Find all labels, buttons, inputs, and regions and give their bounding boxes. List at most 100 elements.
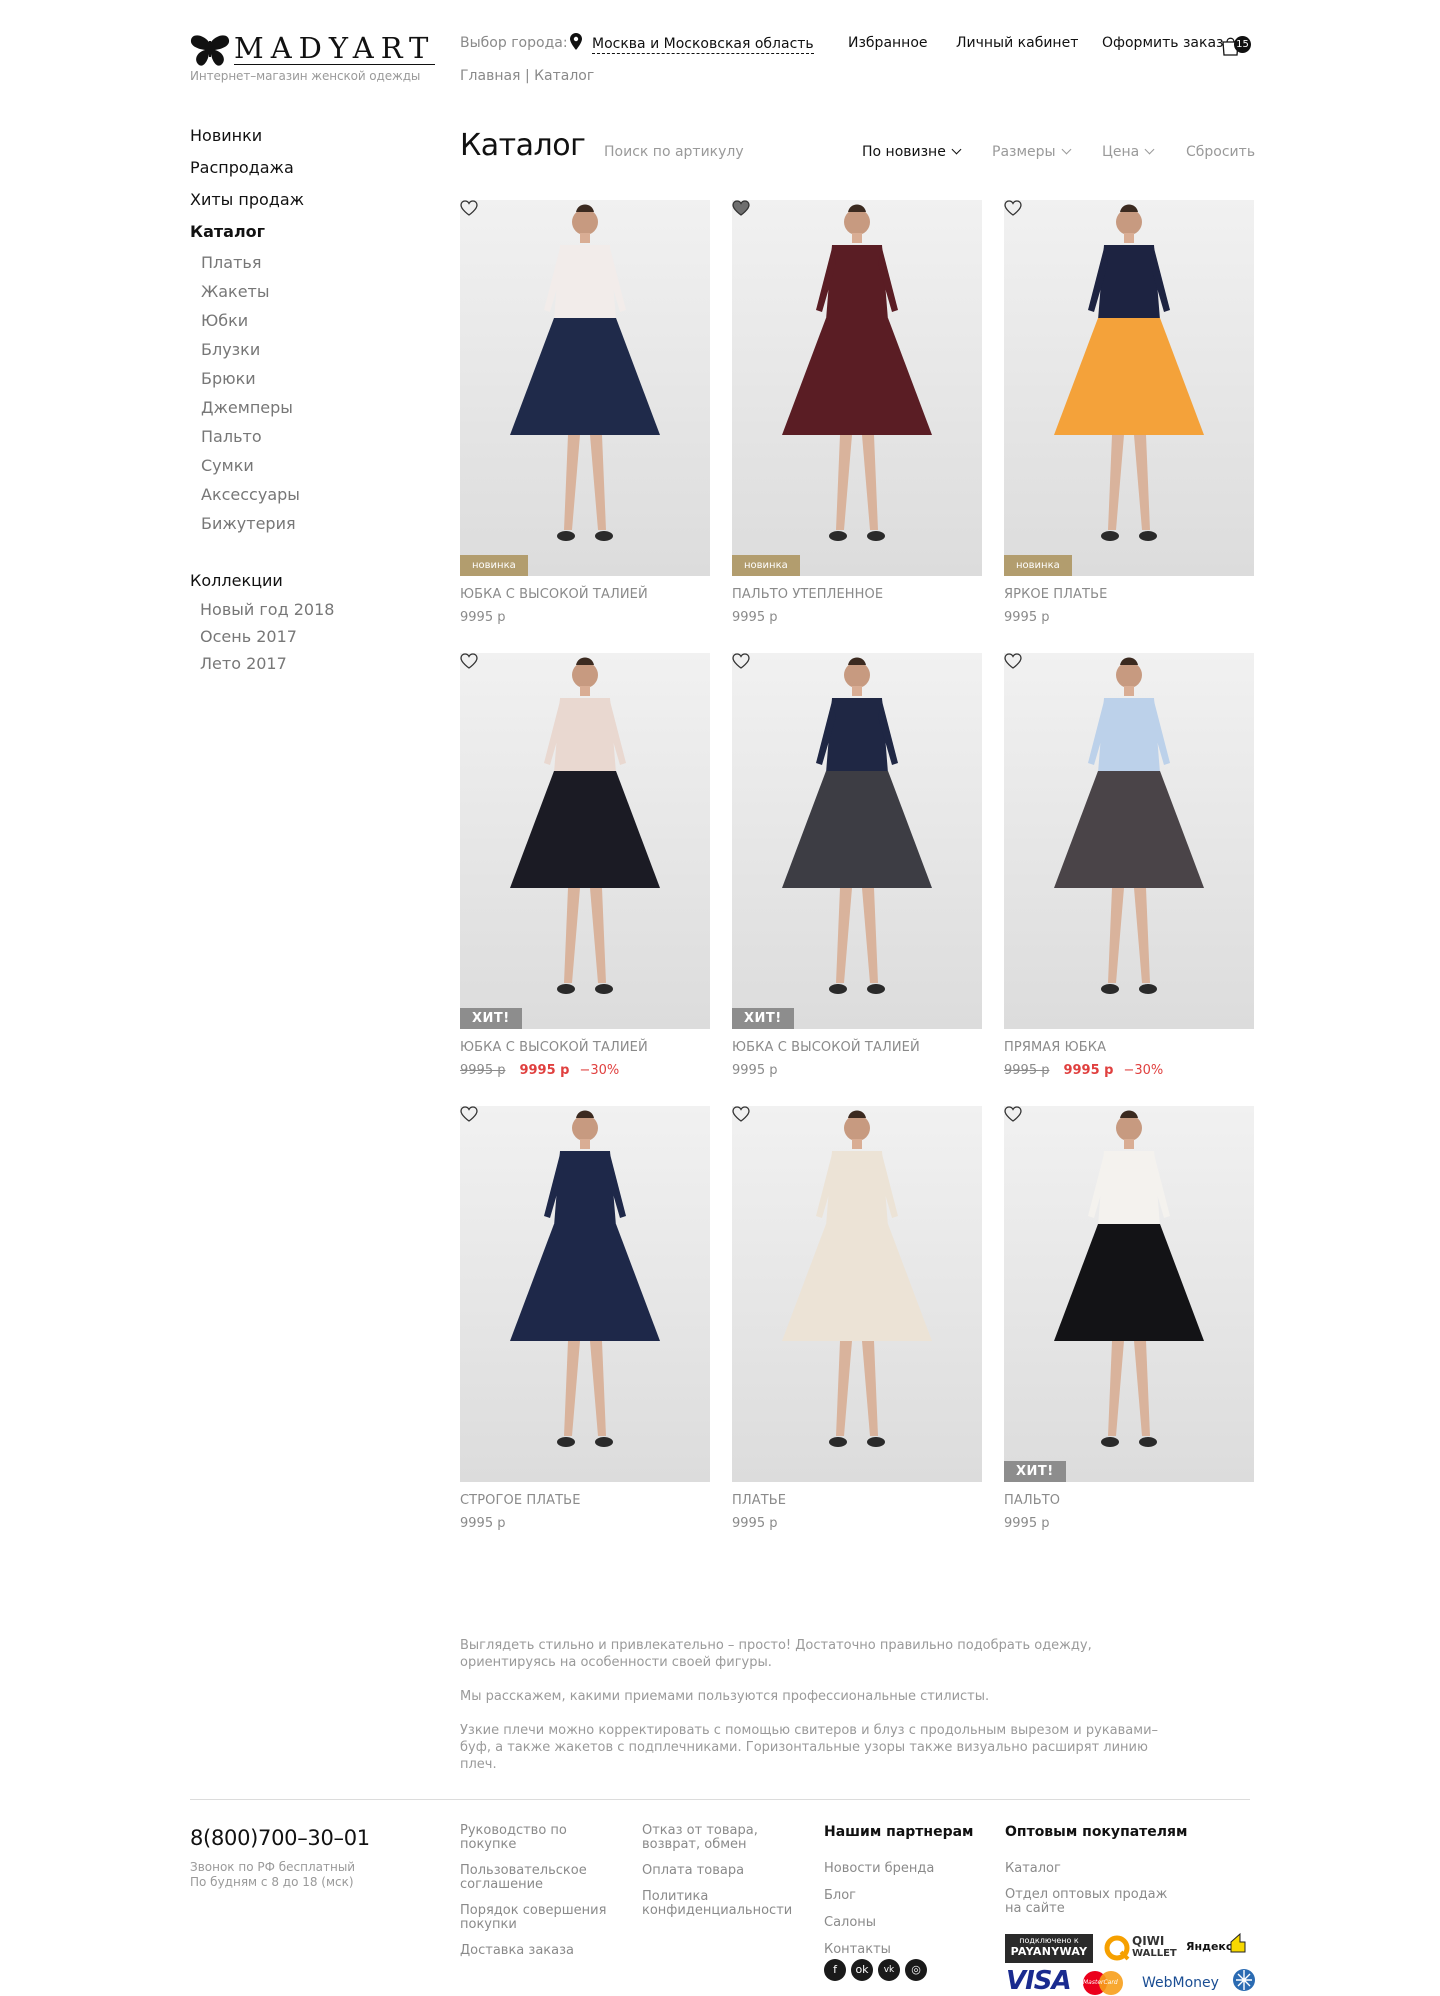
article-search-input[interactable]: [604, 144, 764, 160]
product-name[interactable]: Юбка с высокой талией: [460, 1040, 648, 1055]
product-name[interactable]: Строгое платье: [460, 1493, 581, 1508]
city-label: Выбор города:: [460, 35, 568, 51]
footer-link-delivery[interactable]: Доставка заказа: [460, 1944, 610, 1958]
favorite-heart-icon[interactable]: [460, 200, 478, 216]
product-photo[interactable]: [732, 1106, 982, 1482]
sidebar-item-bestsellers[interactable]: Хиты продаж: [190, 188, 390, 220]
footer-link-blog[interactable]: Блог: [824, 1888, 989, 1903]
sidebar-item-sale[interactable]: Распродажа: [190, 156, 390, 188]
product-photo[interactable]: [460, 1106, 710, 1482]
chevron-down-icon: [951, 144, 962, 155]
collection-autumn-2017[interactable]: Осень 2017: [190, 626, 390, 653]
footer-link-agreement[interactable]: Пользовательское соглашение: [460, 1864, 610, 1892]
logo[interactable]: MADYART Интернет–магазин женской одежды: [190, 32, 436, 86]
breadcrumb: Главная | Каталог: [460, 68, 594, 84]
product-photo[interactable]: ХИТ!: [460, 653, 710, 1029]
sidebar-subitem-coats[interactable]: Пальто: [190, 426, 390, 455]
favorites-link[interactable]: Избранное: [848, 35, 928, 51]
footer-link-purchase-order[interactable]: Порядок совершения покупки: [460, 1904, 610, 1932]
sidebar-subitem-jumpers[interactable]: Джемперы: [190, 397, 390, 426]
product-photo[interactable]: новинка: [460, 200, 710, 576]
sidebar-subitem-bags[interactable]: Сумки: [190, 455, 390, 484]
sidebar-subitem-accessories[interactable]: Аксессуары: [190, 484, 390, 513]
product-price-block: 9995 р 9995 р −30%: [1004, 1063, 1163, 1078]
product-photo[interactable]: [1004, 653, 1254, 1029]
mastercard-name: MasterCard: [1083, 1979, 1118, 1986]
product-photo[interactable]: ХИТ!: [732, 653, 982, 1029]
favorite-heart-icon[interactable]: [1004, 200, 1022, 216]
footer-link-payment[interactable]: Оплата товара: [642, 1864, 792, 1878]
footer-column-wholesale: Оптовым покупателям Каталог Отдел оптовы…: [1005, 1824, 1250, 1928]
product-card[interactable]: ХИТ! Пальто 9995 р: [1004, 1106, 1254, 1536]
breadcrumb-current: Каталог: [534, 68, 595, 84]
sizes-filter[interactable]: Размеры: [992, 144, 1072, 160]
product-card[interactable]: Платье 9995 р: [732, 1106, 982, 1536]
product-card[interactable]: Прямая юбка 9995 р 9995 р −30%: [1004, 653, 1254, 1083]
location-pin-icon: [570, 33, 582, 50]
product-discount: −30%: [1123, 1063, 1164, 1078]
sidebar-item-catalog[interactable]: Каталог: [190, 220, 390, 252]
odnoklassniki-icon[interactable]: ok: [851, 1959, 873, 1981]
product-name[interactable]: Платье: [732, 1493, 786, 1508]
product-model-image: [460, 1106, 710, 1482]
checkout-link[interactable]: Оформить заказ: [1102, 35, 1223, 51]
product-name[interactable]: Яркое платье: [1004, 587, 1107, 602]
vk-icon[interactable]: vk: [878, 1959, 900, 1981]
sidebar-subitem-skirts[interactable]: Юбки: [190, 310, 390, 339]
account-link[interactable]: Личный кабинет: [956, 35, 1078, 51]
footer-link-salons[interactable]: Салоны: [824, 1915, 989, 1930]
breadcrumb-home[interactable]: Главная: [460, 68, 520, 84]
sort-by-newness[interactable]: По новизне: [862, 144, 962, 160]
yandex-money-icon: [1230, 1932, 1246, 1953]
footer-phone[interactable]: 8(800)700–30–01: [190, 1826, 370, 1850]
product-name[interactable]: Пальто утепленное: [732, 587, 883, 602]
favorite-heart-icon[interactable]: [1004, 653, 1022, 669]
sidebar-subitem-dresses[interactable]: Платья: [190, 252, 390, 281]
sidebar-subitem-blouses[interactable]: Блузки: [190, 339, 390, 368]
product-card[interactable]: ХИТ! Юбка с высокой талией 9995 р: [732, 653, 982, 1083]
favorite-heart-icon[interactable]: [460, 653, 478, 669]
footer-link-wholesale-catalog[interactable]: Каталог: [1005, 1861, 1250, 1876]
sidebar-item-new[interactable]: Новинки: [190, 124, 390, 156]
chevron-down-icon: [1061, 144, 1072, 155]
collection-new-year-2018[interactable]: Новый год 2018: [190, 599, 390, 626]
favorite-heart-icon[interactable]: [732, 200, 750, 216]
cart-button[interactable]: 15: [1222, 34, 1252, 56]
product-name[interactable]: Юбка с высокой талией: [732, 1040, 920, 1055]
footer-link-brand-news[interactable]: Новости бренда: [824, 1861, 989, 1876]
favorite-heart-icon[interactable]: [732, 653, 750, 669]
product-card[interactable]: новинка Яркое платье 9995 р: [1004, 200, 1254, 630]
product-photo[interactable]: новинка: [1004, 200, 1254, 576]
product-card[interactable]: Строгое платье 9995 р: [460, 1106, 710, 1536]
sidebar-subitem-trousers[interactable]: Брюки: [190, 368, 390, 397]
favorite-heart-icon[interactable]: [732, 1106, 750, 1122]
facebook-icon[interactable]: f: [824, 1959, 846, 1981]
product-photo[interactable]: новинка: [732, 200, 982, 576]
product-card[interactable]: ХИТ! Юбка с высокой талией 9995 р 9995 р −…: [460, 653, 710, 1083]
footer-link-privacy[interactable]: Политика конфиденциальности: [642, 1890, 792, 1918]
product-name[interactable]: Прямая юбка: [1004, 1040, 1106, 1055]
product-card[interactable]: новинка Юбка с высокой талией 9995 р: [460, 200, 710, 630]
reset-filters-button[interactable]: Сбросить: [1186, 144, 1255, 160]
favorite-heart-icon[interactable]: [460, 1106, 478, 1122]
product-photo[interactable]: ХИТ!: [1004, 1106, 1254, 1482]
footer-link-guide[interactable]: Руководство по покупке: [460, 1824, 610, 1852]
footer-link-returns[interactable]: Отказ от товара, возврат, обмен: [642, 1824, 792, 1852]
product-name[interactable]: Пальто: [1004, 1493, 1060, 1508]
footer-link-wholesale-dept[interactable]: Отдел оптовых продаж на сайте: [1005, 1888, 1180, 1916]
collection-summer-2017[interactable]: Лето 2017: [190, 653, 390, 680]
instagram-icon[interactable]: ◎: [905, 1959, 927, 1981]
qiwi-logo: QIWI WALLET: [1104, 1933, 1177, 1963]
footer-link-contacts[interactable]: Контакты: [824, 1942, 989, 1957]
seo-text: Выглядеть стильно и привлекательно – про…: [460, 1637, 1180, 1790]
footer-phone-note: Звонок по РФ бесплатный По будням с 8 до…: [190, 1860, 355, 1890]
product-price-block: 9995 р: [460, 1516, 505, 1531]
city-selector[interactable]: Москва и Московская область: [592, 35, 814, 54]
favorite-heart-icon[interactable]: [1004, 1106, 1022, 1122]
sidebar-subitem-jackets[interactable]: Жакеты: [190, 281, 390, 310]
price-filter[interactable]: Цена: [1102, 144, 1155, 160]
collections-title[interactable]: Коллекции: [190, 569, 390, 599]
product-name[interactable]: Юбка с высокой талией: [460, 587, 648, 602]
sidebar-subitem-jewelry[interactable]: Бижутерия: [190, 513, 390, 542]
product-card[interactable]: новинка Пальто утепленное 9995 р: [732, 200, 982, 630]
